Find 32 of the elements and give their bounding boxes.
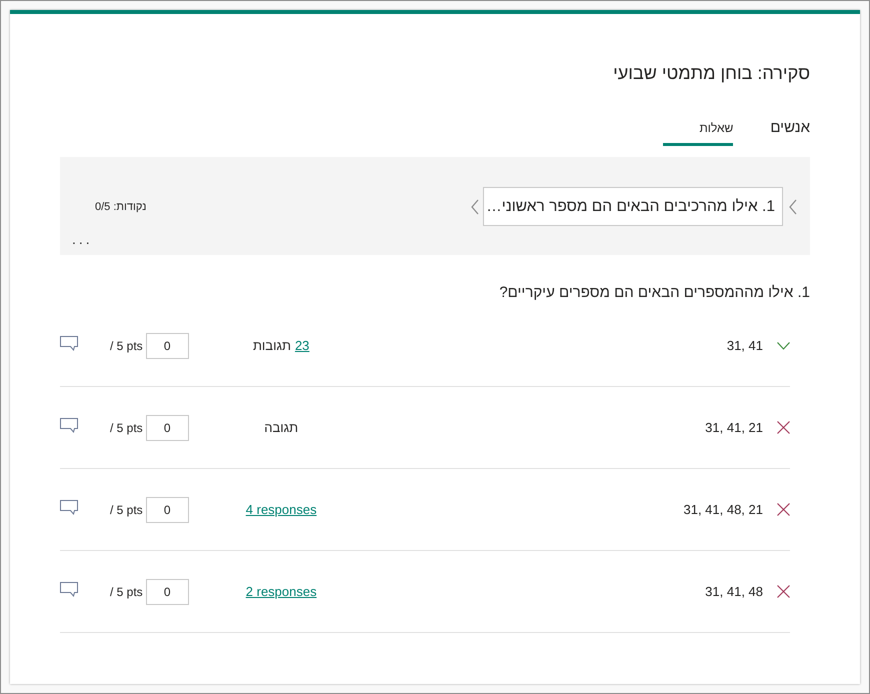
points-label: / 5 pts (110, 338, 143, 352)
score-field[interactable]: 0 (146, 578, 189, 604)
answer-text: 31, 41, 48, 21 (683, 502, 763, 517)
question-nav-button[interactable] (471, 198, 479, 214)
chevron-left-icon (789, 198, 797, 214)
answer-text: 31, 41 (726, 338, 763, 353)
responses-link[interactable]: 2 responses (246, 584, 317, 599)
points-label: / 5 pts (110, 584, 143, 598)
question-text: 1. אילו מההמספרים הבאים הם מספרים עיקריים? (498, 283, 810, 303)
responses-label: תגובות (252, 338, 291, 353)
tab[interactable]: אנשים (734, 108, 810, 146)
chevron-left-icon (471, 198, 479, 214)
comment-icon[interactable] (60, 582, 78, 596)
more-options-button[interactable]: ... (72, 232, 93, 246)
points-label: / 5 pts (110, 420, 143, 434)
tab[interactable]: שאלות (663, 108, 734, 146)
answer-text: 31, 41, 48 (705, 584, 763, 599)
question-selector[interactable]: 1. אילו מהרכיבים הבאים הם מספר ראשוני… (483, 187, 783, 226)
score-field[interactable]: 0 (146, 496, 189, 522)
comment-icon[interactable] (60, 418, 78, 432)
answer-text: 31, 41, 21 (705, 420, 763, 435)
responses-link[interactable]: 23 (294, 338, 310, 353)
score-field[interactable]: 0 (146, 414, 189, 440)
responses-label: תגובה (264, 420, 298, 435)
comment-icon[interactable] (60, 500, 78, 514)
points-label: / 5 pts (110, 502, 143, 516)
page-title: סקירה: בוחן מתמטי שבועי (612, 62, 810, 84)
responses-link[interactable]: 4 responses (246, 502, 317, 517)
points-text: נקודות: 0/5 (95, 200, 146, 212)
score-field[interactable]: 0 (146, 332, 189, 358)
comment-icon[interactable] (60, 336, 78, 350)
question-nav-button[interactable] (789, 198, 797, 214)
